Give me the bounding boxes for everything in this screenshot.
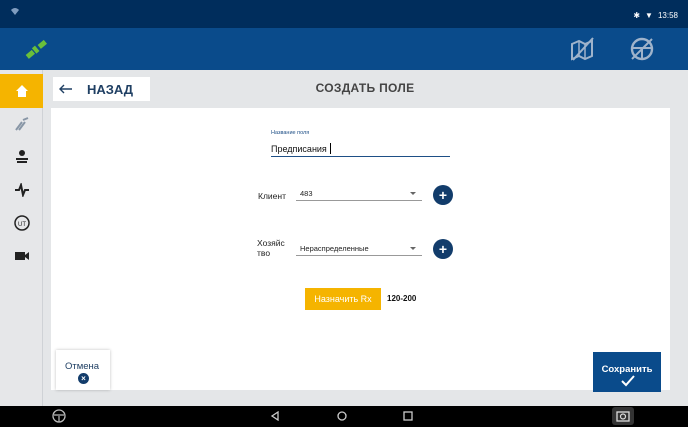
add-farm-button[interactable]: + bbox=[433, 239, 453, 259]
sidebar: UT bbox=[0, 70, 43, 406]
screenshot-camera-icon[interactable] bbox=[612, 407, 634, 425]
sidebar-item-guidance[interactable] bbox=[0, 107, 43, 141]
status-time: 13:58 bbox=[657, 11, 678, 20]
chevron-down-icon bbox=[410, 247, 416, 250]
sidebar-item-implement[interactable] bbox=[0, 140, 43, 174]
close-circle-icon: × bbox=[78, 373, 89, 384]
arrow-left-icon bbox=[59, 84, 72, 94]
wifi-small-icon bbox=[11, 8, 19, 15]
sidebar-item-camera[interactable] bbox=[0, 239, 43, 273]
save-button[interactable]: Сохранить bbox=[593, 352, 661, 392]
add-client-button[interactable]: + bbox=[433, 185, 453, 205]
back-label: НАЗАД bbox=[87, 81, 134, 97]
save-label: Сохранить bbox=[601, 364, 653, 375]
farm-label-line1: Хозяйс bbox=[257, 238, 285, 248]
implement-icon bbox=[15, 150, 28, 163]
back-nav-icon[interactable] bbox=[270, 411, 280, 421]
steering-wheel-icon[interactable] bbox=[629, 36, 655, 62]
cancel-button[interactable]: Отмена × bbox=[56, 350, 110, 390]
plus-icon: + bbox=[438, 241, 448, 257]
farm-label: Хозяйс тво bbox=[257, 238, 285, 258]
guidance-icon bbox=[14, 117, 28, 131]
sidebar-item-diagnostics[interactable] bbox=[0, 173, 43, 207]
client-label: Клиент bbox=[258, 191, 286, 201]
text-cursor bbox=[330, 143, 331, 154]
assign-rx-label: Назначить Rx bbox=[314, 294, 372, 304]
plus-icon: + bbox=[438, 187, 448, 203]
rx-value: 120-200 bbox=[387, 294, 417, 303]
wifi-icon: ▼ bbox=[645, 11, 653, 20]
field-name-input[interactable] bbox=[271, 142, 450, 157]
field-map-icon[interactable] bbox=[569, 36, 595, 62]
client-value: 483 bbox=[300, 189, 313, 198]
assign-rx-button[interactable]: Назначить Rx bbox=[305, 288, 381, 310]
farm-value: Нераспределенные bbox=[300, 244, 369, 253]
svg-text:UT: UT bbox=[18, 222, 26, 228]
checkmark-icon bbox=[621, 375, 635, 387]
farm-select[interactable]: Нераспределенные bbox=[296, 242, 422, 256]
back-button[interactable]: НАЗАД bbox=[53, 77, 150, 101]
chevron-down-icon bbox=[410, 192, 416, 195]
pulse-icon bbox=[14, 183, 29, 197]
cancel-label: Отмена bbox=[65, 361, 100, 372]
client-select[interactable]: 483 bbox=[296, 187, 422, 201]
status-right: ✱ ▼ 13:58 bbox=[633, 11, 678, 20]
field-name-label: Название поля bbox=[271, 130, 310, 136]
sidebar-item-home[interactable] bbox=[0, 74, 43, 108]
camera-icon bbox=[14, 252, 29, 260]
sidebar-item-ut[interactable]: UT bbox=[0, 206, 43, 240]
steering-wheel-small-icon[interactable] bbox=[52, 409, 66, 423]
page-title: СОЗДАТЬ ПОЛЕ bbox=[315, 81, 415, 95]
farm-label-line2: тво bbox=[257, 248, 271, 258]
satellite-icon[interactable] bbox=[24, 38, 48, 62]
app-bar bbox=[0, 28, 688, 70]
status-bar: ✱ ▼ 13:58 bbox=[0, 0, 688, 28]
system-nav-bar bbox=[0, 406, 688, 427]
recents-nav-icon[interactable] bbox=[403, 411, 413, 421]
ut-icon: UT bbox=[13, 215, 30, 231]
bluetooth-icon: ✱ bbox=[633, 11, 641, 20]
app-screen: ✱ ▼ 13:58 UT НАЗАД СОЗДАТЬ ПОЛЕ Название… bbox=[0, 0, 688, 427]
home-nav-icon[interactable] bbox=[337, 411, 347, 421]
home-icon bbox=[15, 85, 28, 97]
